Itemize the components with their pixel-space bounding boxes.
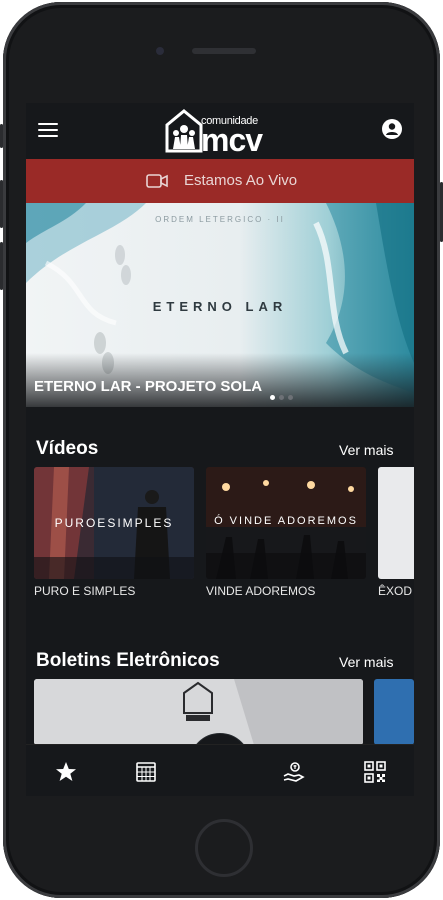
carousel-dots [270,387,297,405]
calendar-grid-icon[interactable] [135,761,157,783]
video-card-label[interactable]: VINDE ADOREMOS [206,584,315,598]
video-card-vinde-adoremos[interactable]: Ó VINDE ADOREMOS [206,467,366,579]
user-profile-icon[interactable] [382,119,402,139]
earpiece [192,48,256,54]
live-banner[interactable]: Estamos Ao Vivo [26,159,414,203]
hamburger-menu-icon[interactable] [38,123,58,137]
qr-code-icon[interactable] [364,761,386,783]
front-camera [156,47,164,55]
boletins-section-title: Boletins Eletrônicos [36,650,220,671]
video-card-exodo[interactable] [378,467,414,579]
hero-center-title: ETERNO LAR [152,299,288,314]
video-camera-icon [146,174,168,188]
carousel-dot[interactable] [279,395,284,400]
hero-carousel[interactable]: ORDEM LETERGICO · II ETERNO LAR ETERNO L… [26,203,414,407]
hero-top-small-text: ORDEM LETERGICO · II [155,215,285,224]
volume-down-button [0,242,3,290]
star-icon[interactable] [55,761,77,783]
video-card-puro-e-simples[interactable]: PUROESIMPLES [34,467,194,579]
bottom-nav [26,744,414,796]
boletim-card-next[interactable] [374,679,414,745]
video-thumb-title: Ó VINDE ADOREMOS [214,515,358,527]
carousel-dot-active[interactable] [270,395,275,400]
videos-section-title: Vídeos [36,438,99,459]
boletim-card[interactable] [34,679,363,745]
home-button[interactable] [195,819,253,877]
video-card-label[interactable]: ÊXOD [378,584,412,598]
boletins-see-more-link[interactable]: Ver mais [339,654,393,670]
app-screen: comunidade mcv Estamos Ao Vivo ORDEM LET… [26,103,414,796]
hero-caption[interactable]: ETERNO LAR - PROJETO SOLA [34,378,262,395]
volume-up-button [0,180,3,228]
app-logo: comunidade mcv [165,107,281,158]
top-bar: comunidade mcv [26,103,414,159]
carousel-dot[interactable] [288,395,293,400]
video-card-label[interactable]: PURO E SIMPLES [34,584,135,598]
logo-house-icon [165,109,203,153]
mute-switch [0,124,3,148]
live-banner-label: Estamos Ao Vivo [184,172,298,189]
hand-giving-icon[interactable] [283,761,305,783]
videos-see-more-link[interactable]: Ver mais [339,442,393,458]
logo-big-text: mcv [201,122,263,158]
video-thumb-title: PUROESIMPLES [54,516,174,530]
boletim-thumbnail [34,679,363,745]
